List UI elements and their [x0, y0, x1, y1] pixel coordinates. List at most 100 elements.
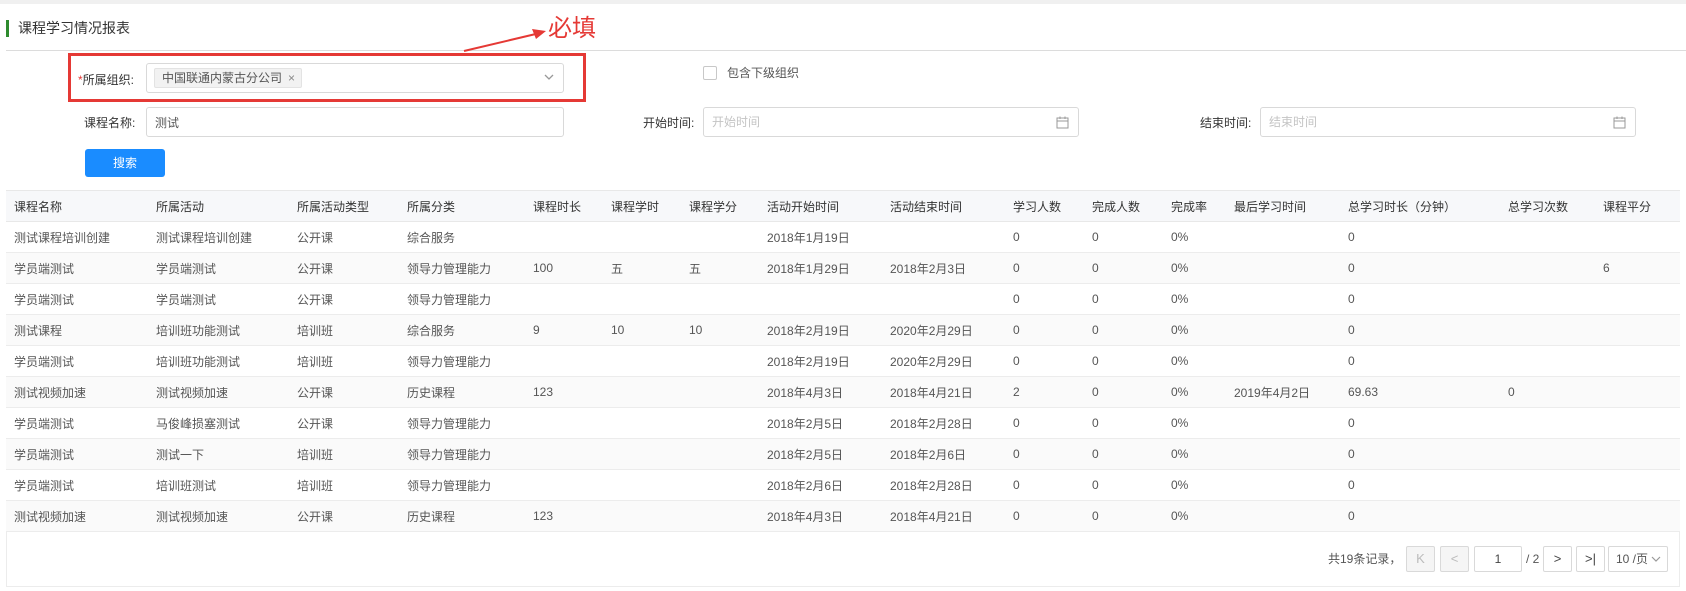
column-header: 课程学时 — [603, 190, 681, 222]
table-cell — [1500, 407, 1595, 439]
table-cell: 领导力管理能力 — [399, 252, 525, 284]
table-cell: 0 — [1340, 314, 1500, 346]
table-cell — [1595, 314, 1680, 346]
table-cell: 2018年4月21日 — [882, 500, 1005, 532]
page-size-select[interactable]: 10 /页 — [1608, 546, 1668, 572]
column-header: 最后学习时间 — [1226, 190, 1340, 222]
table-cell: 培训班 — [289, 345, 399, 377]
column-header: 课程学分 — [681, 190, 759, 222]
table-cell — [525, 438, 603, 470]
end-time-label: 结束时间: — [1200, 116, 1252, 130]
table-cell: 2018年2月28日 — [882, 407, 1005, 439]
column-header: 所属活动类型 — [289, 190, 399, 222]
column-header: 总学习时长（分钟） — [1340, 190, 1500, 222]
table-cell: 0% — [1163, 314, 1226, 346]
table-cell: 0% — [1163, 345, 1226, 377]
table-cell: 0 — [1084, 438, 1163, 470]
prev-page-button[interactable]: < — [1440, 546, 1469, 572]
table-cell: 0% — [1163, 252, 1226, 284]
table-cell: 0 — [1005, 314, 1084, 346]
table-cell: 0 — [1005, 252, 1084, 284]
table-cell: 0 — [1005, 283, 1084, 315]
course-name-input[interactable] — [147, 108, 563, 136]
table-cell: 123 — [525, 376, 603, 408]
table-cell — [603, 438, 681, 470]
calendar-icon[interactable] — [1613, 116, 1626, 129]
table-cell: 0% — [1163, 283, 1226, 315]
table-cell: 2018年2月5日 — [759, 438, 882, 470]
table-row: 测试课程 培训班功能测试 培训班 综合服务 9 10 10 2018年2月19日 2020年2月… — [6, 314, 1680, 346]
table-cell: 公开课 — [289, 376, 399, 408]
table-cell — [882, 221, 1005, 253]
start-time-field[interactable] — [703, 107, 1079, 137]
table-cell — [1226, 469, 1340, 501]
table-cell — [603, 500, 681, 532]
table-cell — [525, 345, 603, 377]
table-row: 测试视频加速 测试视频加速 公开课 历史课程 123 2018年4月3日 2018年4月21… — [6, 376, 1680, 408]
table-cell: 0 — [1340, 345, 1500, 377]
column-header: 所属分类 — [399, 190, 525, 222]
table-cell: 马俊峰损塞测试 — [148, 407, 289, 439]
table-cell: 培训班功能测试 — [148, 345, 289, 377]
table-cell: 学员端测试 — [6, 283, 148, 315]
table-cell: 2018年1月19日 — [759, 221, 882, 253]
next-page-button[interactable]: > — [1543, 546, 1572, 572]
table-cell: 学员端测试 — [148, 283, 289, 315]
table-cell — [525, 283, 603, 315]
table-row: 测试课程培训创建 测试课程培训创建 公开课 综合服务 2018年1月19日 0 0 0% 0 — [6, 221, 1680, 253]
column-header: 活动开始时间 — [759, 190, 882, 222]
org-select[interactable]: 中国联通内蒙古分公司 × — [146, 63, 564, 93]
search-button[interactable]: 搜索 — [85, 149, 165, 177]
table-cell — [1226, 407, 1340, 439]
table-cell — [681, 407, 759, 439]
table-cell: 0 — [1340, 221, 1500, 253]
table-cell: 0 — [1340, 469, 1500, 501]
start-time-input[interactable] — [704, 108, 1078, 136]
table-cell: 0% — [1163, 469, 1226, 501]
table-cell — [1595, 438, 1680, 470]
course-name-field[interactable] — [146, 107, 564, 137]
table-cell: 学员端测试 — [6, 345, 148, 377]
page-title: 课程学习情况报表 — [6, 20, 130, 37]
page-size-label: 10 /页 — [1616, 552, 1649, 566]
table-cell: 123 — [525, 500, 603, 532]
table-cell — [1500, 221, 1595, 253]
chevron-down-icon[interactable] — [543, 71, 555, 83]
table-cell — [681, 221, 759, 253]
first-page-button[interactable]: K — [1406, 546, 1435, 572]
table-cell: 0 — [1084, 376, 1163, 408]
table-cell: 0 — [1340, 438, 1500, 470]
table-cell: 0 — [1340, 500, 1500, 532]
include-sub-org-label: 包含下级组织 — [727, 66, 800, 80]
include-sub-org-checkbox[interactable] — [703, 66, 717, 80]
table-cell: 100 — [525, 252, 603, 284]
org-label-text: 所属组织: — [82, 73, 135, 87]
table-cell — [1500, 438, 1595, 470]
table-cell: 测试课程 — [6, 314, 148, 346]
table-cell: 0 — [1005, 469, 1084, 501]
table-cell: 2020年2月29日 — [882, 314, 1005, 346]
table-cell: 培训班 — [289, 469, 399, 501]
table-cell: 2018年2月19日 — [759, 345, 882, 377]
tag-remove-icon[interactable]: × — [288, 71, 295, 85]
table-cell: 五 — [681, 252, 759, 284]
end-time-field[interactable] — [1260, 107, 1636, 137]
table-cell: 公开课 — [289, 283, 399, 315]
table-cell — [1226, 283, 1340, 315]
table-row: 学员端测试 学员端测试 公开课 领导力管理能力 0 0 0% 0 — [6, 283, 1680, 315]
table-cell — [525, 469, 603, 501]
page-number-input[interactable]: 1 — [1474, 546, 1522, 572]
org-tag: 中国联通内蒙古分公司 × — [154, 68, 303, 88]
table-header-row: 课程名称 所属活动 所属活动类型 所属分类 课程时长 课程学时 课程学分 活动开… — [6, 190, 1680, 222]
table-cell — [603, 221, 681, 253]
calendar-icon[interactable] — [1056, 116, 1069, 129]
table-cell: 领导力管理能力 — [399, 345, 525, 377]
column-header: 课程名称 — [6, 190, 148, 222]
end-time-input[interactable] — [1261, 108, 1635, 136]
table-cell: 6 — [1595, 252, 1680, 284]
table-cell: 69.63 — [1340, 376, 1500, 408]
table-cell — [1595, 407, 1680, 439]
table-cell — [603, 469, 681, 501]
table-cell: 10 — [681, 314, 759, 346]
last-page-button[interactable]: >| — [1576, 546, 1605, 572]
